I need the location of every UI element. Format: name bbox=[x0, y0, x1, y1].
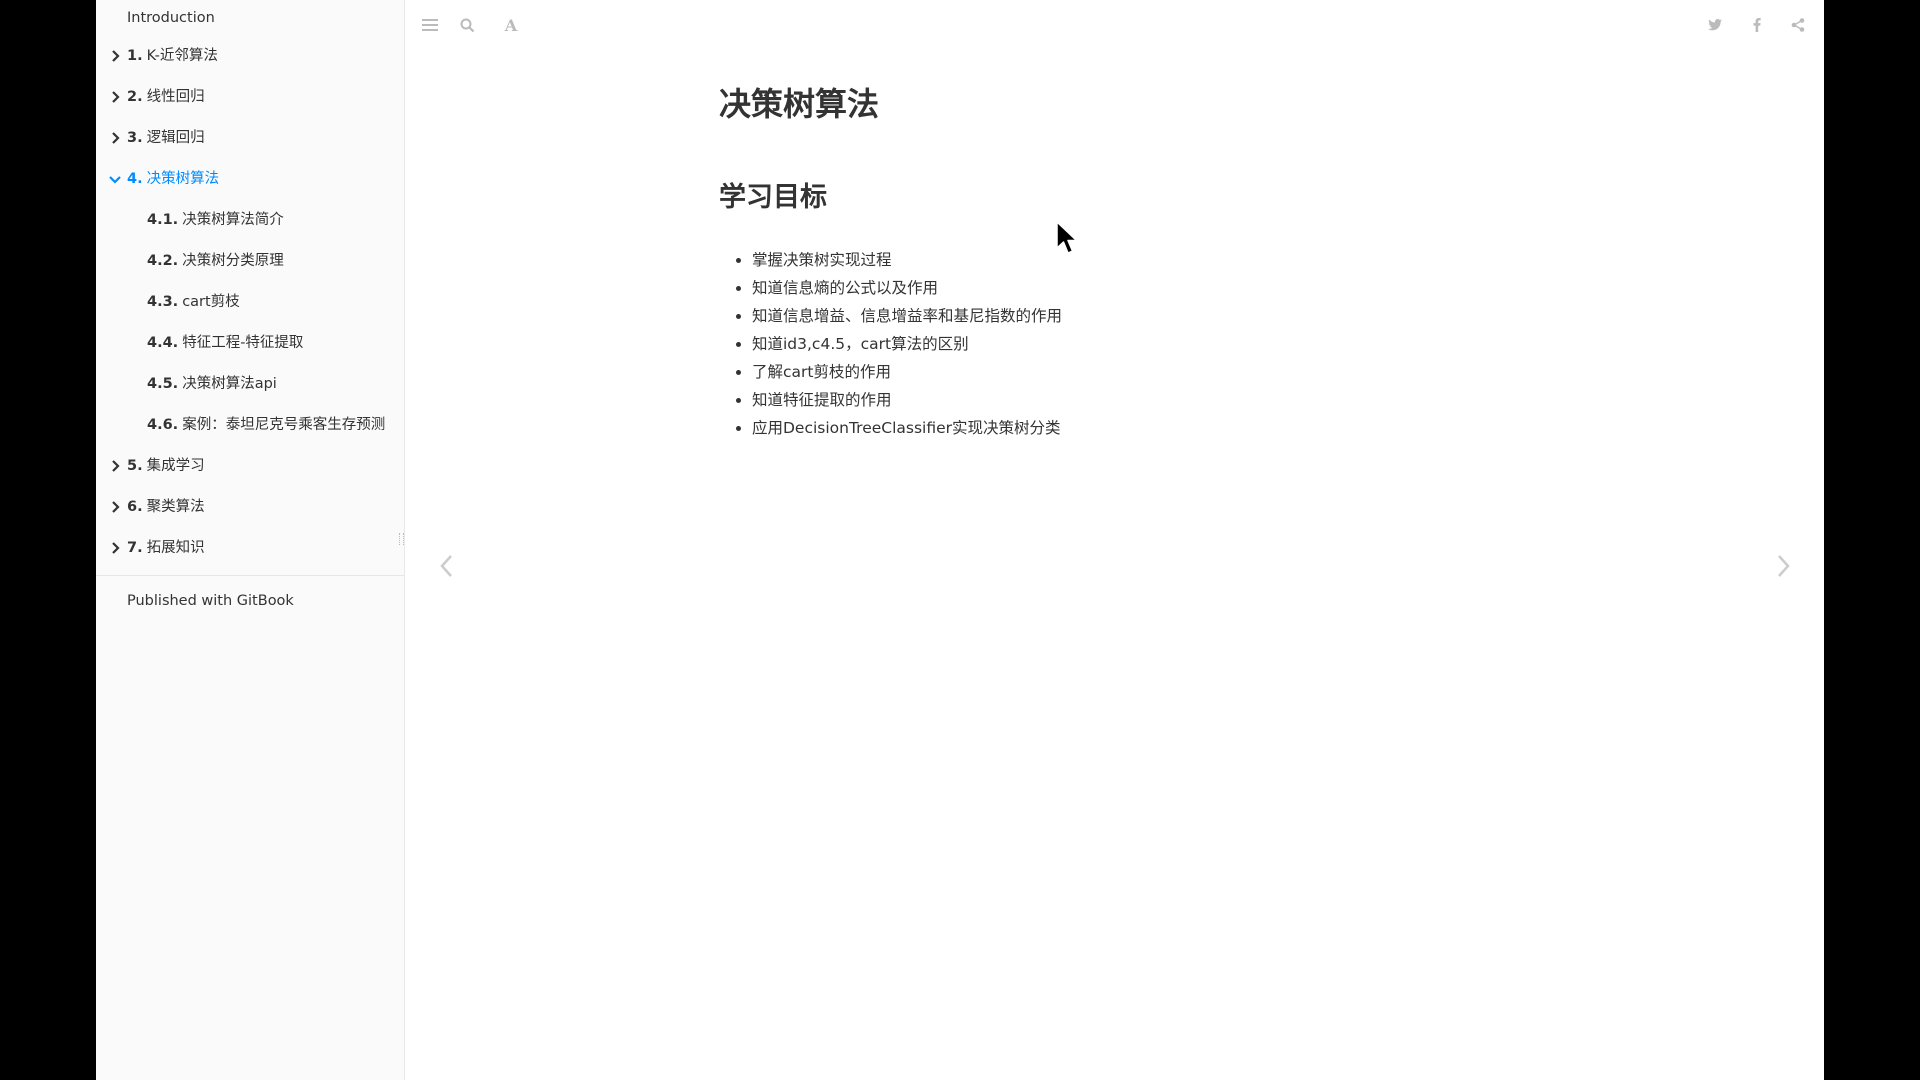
search-icon[interactable] bbox=[458, 16, 476, 34]
list-item: 知道信息熵的公式以及作用 bbox=[752, 274, 1519, 302]
font-settings-icon[interactable]: A bbox=[502, 16, 520, 35]
toc-chapter-4-active[interactable]: 4. 决策树算法 bbox=[96, 159, 404, 200]
mouse-cursor-icon bbox=[1056, 221, 1078, 254]
toc-subitem-4-6[interactable]: 4.6. 案例：泰坦尼克号乘客生存预测 bbox=[96, 405, 404, 446]
list-item: 应用DecisionTreeClassifier实现决策树分类 bbox=[752, 414, 1519, 442]
toc-subitem-4-4[interactable]: 4.4. 特征工程-特征提取 bbox=[96, 323, 404, 364]
chevron-right-icon[interactable] bbox=[108, 118, 122, 159]
sidebar: Introduction 1. K-近邻算法 2. 线性回归 3. 逻辑回归 4. 决策… bbox=[96, 0, 405, 1080]
list-item: 掌握决策树实现过程 bbox=[752, 246, 1519, 274]
toc-introduction[interactable]: Introduction bbox=[96, 0, 404, 36]
chevron-right-icon[interactable] bbox=[108, 446, 122, 487]
section-heading: 学习目标 bbox=[719, 182, 827, 213]
gitbook-window: Introduction 1. K-近邻算法 2. 线性回归 3. 逻辑回归 4. 决策… bbox=[96, 0, 1824, 1080]
list-item: 知道信息增益、信息增益率和基尼指数的作用 bbox=[752, 302, 1519, 330]
toc-subitem-4-3[interactable]: 4.3. cart剪枝 bbox=[96, 282, 404, 323]
chevron-right-icon[interactable] bbox=[108, 77, 122, 118]
twitter-icon[interactable] bbox=[1706, 16, 1724, 34]
toc-chapter-3[interactable]: 3. 逻辑回归 bbox=[96, 118, 404, 159]
facebook-icon[interactable] bbox=[1748, 16, 1766, 34]
chevron-right-icon[interactable] bbox=[108, 36, 122, 77]
learning-goals-list: 掌握决策树实现过程 知道信息熵的公式以及作用 知道信息增益、信息增益率和基尼指数… bbox=[719, 246, 1519, 442]
table-of-contents: Introduction 1. K-近邻算法 2. 线性回归 3. 逻辑回归 4. 决策… bbox=[96, 0, 404, 569]
top-toolbar: A bbox=[404, 0, 1824, 50]
main-content: A 决策树算法 学习目标 掌握决策树实现过程 知道信息熵的公式以及作用 知道信息… bbox=[404, 0, 1824, 1080]
toc-chapter-1[interactable]: 1. K-近邻算法 bbox=[96, 36, 404, 77]
toc-subitem-4-5[interactable]: 4.5. 决策树算法api bbox=[96, 364, 404, 405]
toc-subitem-4-2[interactable]: 4.2. 决策树分类原理 bbox=[96, 241, 404, 282]
menu-icon[interactable] bbox=[421, 16, 439, 34]
list-item: 了解cart剪枝的作用 bbox=[752, 358, 1519, 386]
list-item: 知道特征提取的作用 bbox=[752, 386, 1519, 414]
list-item: 知道id3,c4.5，cart算法的区别 bbox=[752, 330, 1519, 358]
toc-chapter-5[interactable]: 5. 集成学习 bbox=[96, 446, 404, 487]
share-icon[interactable] bbox=[1789, 16, 1807, 34]
page-title: 决策树算法 bbox=[719, 85, 880, 123]
next-page-arrow[interactable] bbox=[1772, 550, 1796, 582]
chevron-right-icon[interactable] bbox=[108, 528, 122, 569]
previous-page-arrow[interactable] bbox=[434, 550, 458, 582]
toc-subitem-4-1[interactable]: 4.1. 决策树算法简介 bbox=[96, 200, 404, 241]
article-body: 决策树算法 学习目标 掌握决策树实现过程 知道信息熵的公式以及作用 知道信息增益… bbox=[719, 84, 1519, 442]
published-with-gitbook-link[interactable]: Published with GitBook bbox=[96, 576, 404, 626]
toc-chapter-2[interactable]: 2. 线性回归 bbox=[96, 77, 404, 118]
chevron-right-icon[interactable] bbox=[108, 487, 122, 528]
toc-chapter-6[interactable]: 6. 聚类算法 bbox=[96, 487, 404, 528]
chevron-down-icon[interactable] bbox=[108, 159, 122, 200]
toc-chapter-7[interactable]: 7. 拓展知识 bbox=[96, 528, 404, 569]
